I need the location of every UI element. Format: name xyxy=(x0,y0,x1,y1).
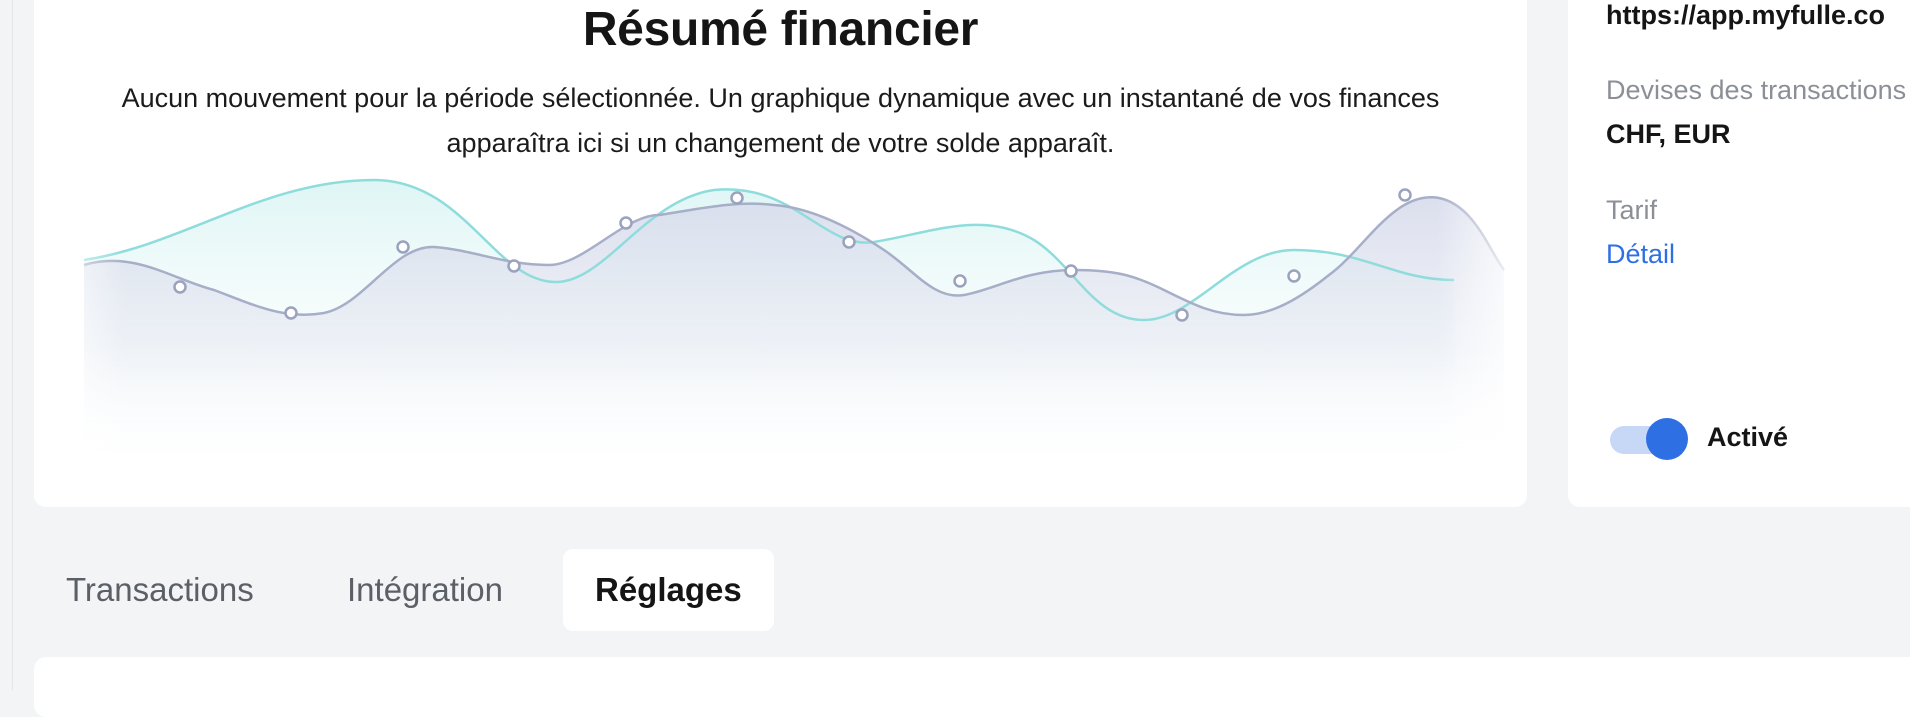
chart-point xyxy=(173,280,187,294)
rate-detail-link[interactable]: Détail xyxy=(1606,239,1675,270)
account-details-card: https://app.myfulle.co Devises des trans… xyxy=(1568,0,1910,507)
currencies-label: Devises des transactions xyxy=(1606,75,1907,105)
chart-point xyxy=(1064,264,1078,278)
activation-toggle-label: Activé xyxy=(1707,422,1789,452)
left-divider xyxy=(12,0,13,690)
chart-point xyxy=(284,306,298,320)
chart-point xyxy=(1398,188,1412,202)
chart-point xyxy=(507,259,521,273)
chart-point xyxy=(953,274,967,288)
chart-point xyxy=(1175,308,1189,322)
chart-point xyxy=(396,240,410,254)
chart-point xyxy=(619,216,633,230)
chart-point xyxy=(842,235,856,249)
summary-empty-message: Aucun mouvement pour la période sélectio… xyxy=(121,83,1440,158)
activation-toggle[interactable] xyxy=(1610,418,1688,462)
tab-settings[interactable]: Réglages xyxy=(563,549,774,631)
placeholder-chart-illustration xyxy=(83,178,1506,470)
currencies-value: CHF, EUR xyxy=(1606,119,1731,149)
financial-summary-card: Résumé financier Aucun mouvement pour la… xyxy=(34,0,1527,507)
app-url: https://app.myfulle.co xyxy=(1606,0,1886,30)
rate-label: Tarif xyxy=(1606,195,1658,225)
tab-integration[interactable]: Intégration xyxy=(315,549,535,631)
summary-title: Résumé financier xyxy=(582,3,979,56)
settings-panel xyxy=(34,657,1910,717)
chart-point xyxy=(1287,269,1301,283)
chart-point xyxy=(730,191,744,205)
toggle-knob xyxy=(1646,418,1688,460)
tab-transactions[interactable]: Transactions xyxy=(34,549,286,631)
